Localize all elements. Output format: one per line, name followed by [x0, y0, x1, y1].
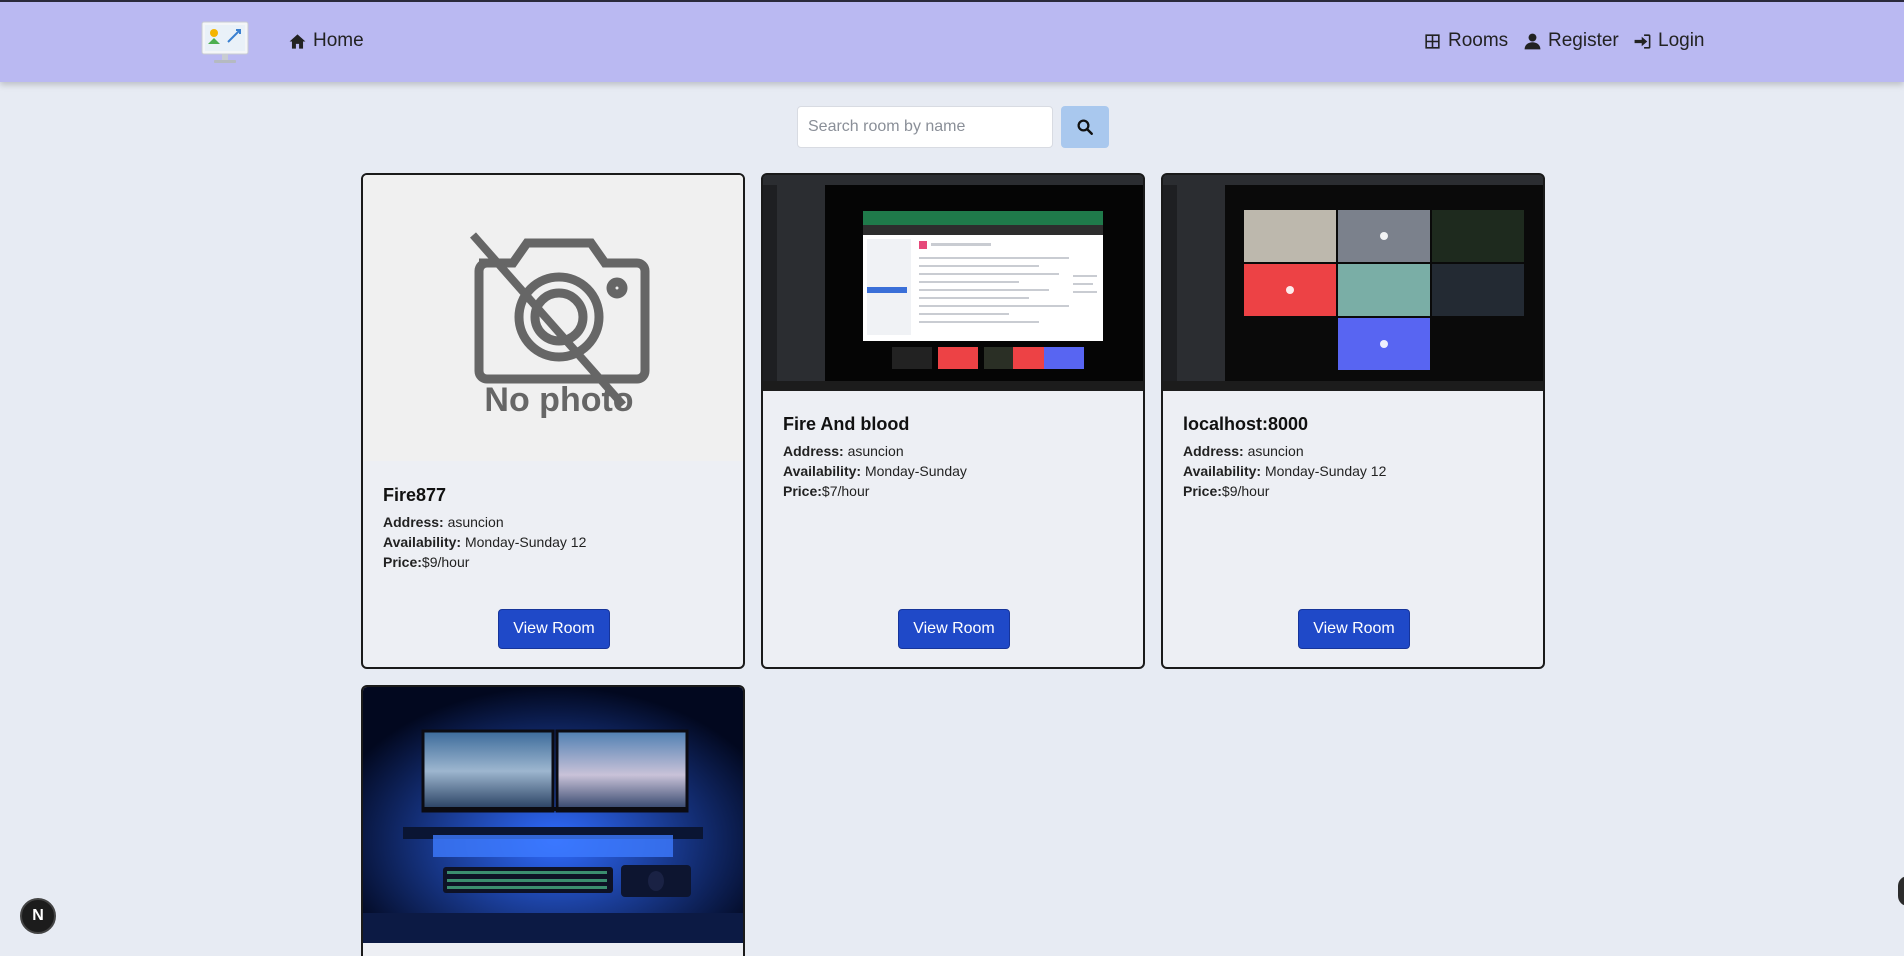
nav-rooms-link[interactable]: Rooms [1423, 30, 1508, 52]
room-card: Fire And blood Address: asuncion Availab… [761, 173, 1145, 669]
room-card: localhost:8000 Address: asuncion Availab… [1161, 173, 1545, 669]
room-name: Fire And blood [783, 414, 910, 434]
grid-icon [1425, 33, 1440, 49]
room-availability: Availability: Monday-Sunday 12 [383, 534, 587, 550]
badge-letter: N [32, 907, 44, 924]
nav-home-label: Home [313, 30, 364, 51]
room-card [361, 685, 745, 956]
nav-login-link[interactable]: Login [1633, 30, 1705, 52]
room-name: localhost:8000 [1183, 414, 1309, 434]
edge-widget[interactable] [1898, 876, 1904, 906]
room-price: Price:$7/hour [783, 483, 870, 499]
search-button[interactable] [1061, 106, 1109, 148]
room-details: Fire And blood Address: asuncion Availab… [783, 414, 967, 501]
search-input[interactable] [797, 106, 1053, 148]
room-image[interactable] [363, 687, 743, 943]
room-details: Fire877 Address: asuncion Availability: … [383, 485, 586, 572]
room-address: Address: asuncion [1183, 443, 1304, 459]
room-image[interactable] [763, 175, 1143, 391]
room-name: Fire877 [383, 485, 447, 505]
home-icon [289, 33, 306, 49]
view-room-button[interactable]: View Room [498, 609, 610, 649]
nav-rooms-label: Rooms [1448, 30, 1509, 51]
no-photo-text: No photo [484, 381, 633, 419]
room-image-placeholder: No photo [363, 175, 743, 461]
logo-icon[interactable] [200, 20, 250, 66]
view-room-button[interactable]: View Room [898, 609, 1010, 649]
dev-tools-badge[interactable]: N [20, 898, 56, 934]
room-card: No photo Fire877 Address: asuncion Avail… [361, 173, 745, 669]
nav-register-link[interactable]: Register [1523, 30, 1619, 52]
room-image[interactable] [1163, 175, 1543, 391]
nav-register-label: Register [1548, 30, 1619, 51]
view-room-button[interactable]: View Room [1298, 609, 1410, 649]
search-icon [1077, 119, 1093, 135]
room-price: Price:$9/hour [383, 554, 470, 570]
room-availability: Availability: Monday-Sunday 12 [1183, 463, 1387, 479]
room-availability: Availability: Monday-Sunday [783, 463, 967, 479]
login-icon [1634, 33, 1651, 49]
room-address: Address: asuncion [383, 514, 504, 530]
room-details: localhost:8000 Address: asuncion Availab… [1183, 414, 1386, 501]
top-navbar: Home Rooms Register Login [0, 0, 1904, 82]
nav-home-link[interactable]: Home [288, 30, 364, 52]
user-icon [1524, 33, 1541, 49]
room-address: Address: asuncion [783, 443, 904, 459]
camera-off-icon [470, 232, 650, 408]
nav-login-label: Login [1658, 30, 1705, 51]
room-price: Price:$9/hour [1183, 483, 1270, 499]
